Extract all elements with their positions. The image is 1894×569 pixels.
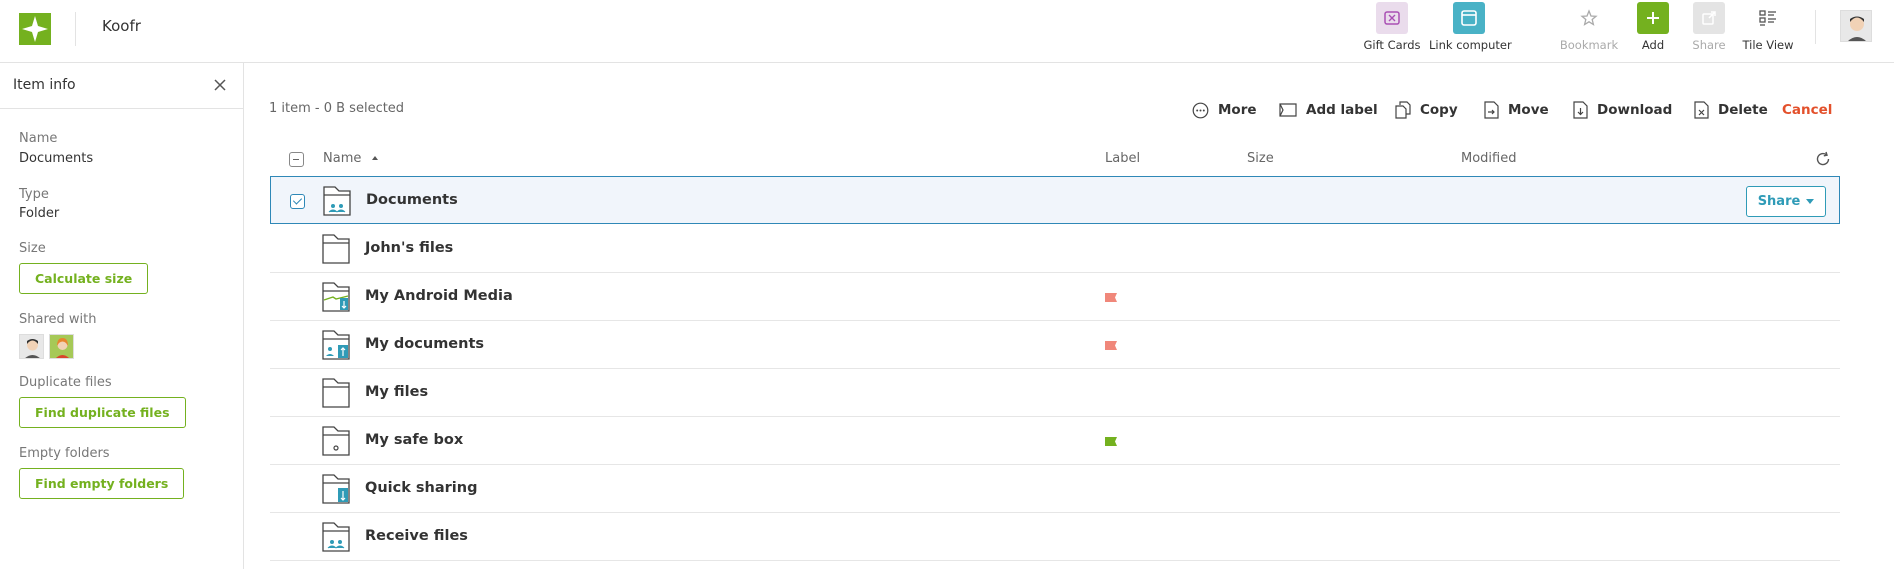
column-header-modified[interactable]: Modified [1461,151,1516,166]
item-info-sidebar: Item info Name Documents Type Folder Siz… [0,63,244,569]
row-share-label: Share [1757,194,1801,209]
sidebar-title: Item info [13,77,76,93]
tile-view-icon [1752,2,1784,34]
label-icon [1279,103,1297,117]
gift-cards-label: Gift Cards [1363,38,1421,52]
folder-icon [322,378,350,408]
shared-user-avatar[interactable] [49,334,74,359]
top-header: Koofr Gift Cards Link computer Bookmark … [0,0,1894,63]
chevron-down-icon [1806,199,1815,204]
row-name[interactable]: Documents [366,192,458,208]
add-label-button[interactable]: Add label [1279,99,1378,121]
download-icon [1573,101,1588,119]
android-folder-icon [322,282,350,312]
type-label: Type [19,187,49,202]
row-name[interactable]: My documents [365,336,484,352]
receive-folder-icon [322,522,350,552]
more-label: More [1218,102,1257,118]
table-row[interactable]: Receive files [270,513,1840,561]
row-name[interactable]: My Android Media [365,288,513,304]
label-flag-icon [1105,437,1117,446]
calculate-size-button[interactable]: Calculate size [19,263,149,294]
gift-card-icon [1376,2,1408,34]
move-icon [1484,101,1499,119]
koofr-logo-icon[interactable] [19,13,51,45]
plus-icon [1637,2,1669,34]
link-computer-button[interactable]: Link computer [1429,2,1512,60]
refresh-icon[interactable] [1815,151,1831,167]
quick-share-folder-icon [322,474,350,504]
tile-view-label: Tile View [1742,38,1794,52]
table-row[interactable]: My safe box [270,417,1840,465]
table-row[interactable]: My documents [270,321,1840,369]
user-avatar[interactable] [1840,10,1872,42]
select-all-checkbox[interactable] [289,152,304,167]
name-label: Name [19,131,58,146]
row-name[interactable]: Receive files [365,528,468,544]
row-checkbox[interactable] [290,194,305,209]
share-icon [1693,2,1725,34]
row-share-button[interactable]: Share [1746,186,1826,217]
link-computer-label: Link computer [1429,38,1512,52]
more-button[interactable]: More [1192,99,1257,121]
name-value: Documents [19,151,94,166]
app-title: Koofr [102,17,141,35]
table-row[interactable]: My Android Media [270,273,1840,321]
row-name[interactable]: My safe box [365,432,463,448]
row-name[interactable]: John's files [365,240,453,256]
cancel-button[interactable]: Cancel [1782,99,1832,121]
gift-cards-button[interactable]: Gift Cards [1352,2,1432,60]
folder-icon [322,234,350,264]
row-name[interactable]: My files [365,384,428,400]
copy-button[interactable]: Copy [1395,99,1458,121]
shared-folder-icon [323,186,351,216]
download-button[interactable]: Download [1573,99,1672,121]
sidebar-header: Item info [0,63,243,109]
add-label-text: Add label [1306,102,1378,118]
tile-view-button[interactable]: Tile View [1728,2,1808,60]
find-empty-folders-button[interactable]: Find empty folders [19,468,185,499]
shared-with-label: Shared with [19,312,97,327]
sort-ascending-icon [371,156,378,160]
shared-user-avatar[interactable] [19,334,44,359]
delete-icon [1694,101,1709,119]
copy-label: Copy [1420,102,1458,118]
table-row[interactable]: Documents Share [270,176,1840,224]
row-name[interactable]: Quick sharing [365,480,477,496]
label-flag-icon [1105,341,1117,350]
column-name-label: Name [323,151,362,166]
more-icon [1192,102,1209,118]
safe-box-folder-icon [322,426,350,456]
delete-button[interactable]: Delete [1694,99,1768,121]
download-label: Download [1597,102,1673,118]
type-value: Folder [19,206,60,221]
column-header-size[interactable]: Size [1247,151,1274,166]
header-divider-right [1815,10,1816,44]
table-row[interactable]: My files [270,369,1840,417]
size-label: Size [19,241,46,256]
close-icon[interactable] [212,77,228,93]
column-header-label[interactable]: Label [1105,151,1140,166]
header-divider [75,12,76,46]
table-row[interactable]: Quick sharing [270,465,1840,513]
duplicate-files-label: Duplicate files [19,375,112,390]
move-button[interactable]: Move [1484,99,1549,121]
empty-folders-label: Empty folders [19,446,110,461]
column-header-name[interactable]: Name [323,151,380,166]
upload-folder-icon [322,330,350,360]
move-label: Move [1508,102,1549,118]
star-icon [1573,2,1605,34]
delete-label: Delete [1718,102,1768,118]
find-duplicate-files-button[interactable]: Find duplicate files [19,397,186,428]
selection-info: 1 item - 0 B selected [269,101,405,116]
copy-icon [1395,101,1411,119]
label-flag-icon [1105,293,1117,302]
computer-icon [1453,2,1485,34]
table-row[interactable]: John's files [270,225,1840,273]
